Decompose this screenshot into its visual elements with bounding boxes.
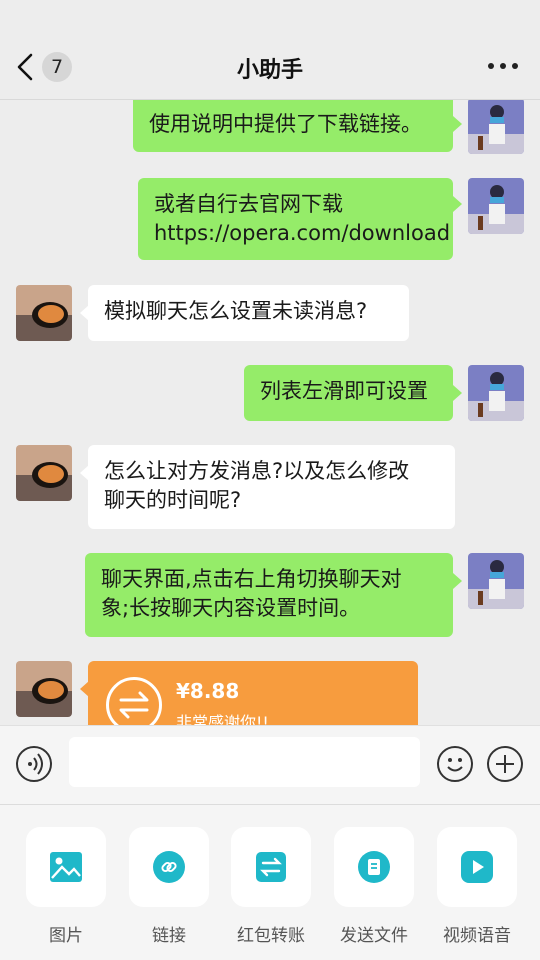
smiley-icon bbox=[447, 758, 463, 772]
tool-label: 发送文件 bbox=[340, 926, 408, 946]
sunset-mirror-avatar-icon bbox=[16, 445, 72, 501]
bubble-tail bbox=[453, 196, 462, 212]
contact-avatar[interactable] bbox=[16, 445, 72, 501]
more-dot-icon bbox=[488, 63, 494, 69]
contact-avatar[interactable] bbox=[16, 661, 72, 717]
chat-screen: 7 小助手 使用说明中提供了下载链接。 或者自行去官网下载 https://op… bbox=[0, 0, 540, 960]
tool-tile bbox=[129, 827, 209, 907]
message-bubble-outgoing[interactable]: 列表左滑即可设置 bbox=[244, 365, 453, 421]
person-avatar-icon bbox=[468, 365, 524, 421]
voice-input-button[interactable] bbox=[16, 746, 52, 782]
tool-label: 视频语音 bbox=[443, 926, 511, 946]
transfer-amount: ¥8.88 bbox=[176, 679, 240, 703]
message-bubble-incoming[interactable]: 模拟聊天怎么设置未读消息? bbox=[88, 285, 409, 341]
person-avatar-icon bbox=[468, 178, 524, 234]
chat-title: 小助手 bbox=[236, 58, 303, 83]
contact-avatar[interactable] bbox=[16, 285, 72, 341]
tool-transfer[interactable]: 红包转账 bbox=[231, 827, 311, 946]
tool-tile bbox=[26, 827, 106, 907]
bubble-tail bbox=[453, 573, 462, 589]
tool-link[interactable]: 链接 bbox=[129, 827, 209, 946]
image-icon bbox=[50, 852, 82, 882]
tool-label: 链接 bbox=[152, 926, 186, 946]
voice-icon bbox=[28, 753, 43, 775]
person-avatar-icon bbox=[468, 553, 524, 609]
top-bar: 7 小助手 bbox=[0, 0, 540, 100]
my-avatar[interactable] bbox=[468, 365, 524, 421]
sunset-mirror-avatar-icon bbox=[16, 285, 72, 341]
person-avatar-icon bbox=[468, 100, 524, 154]
message-bubble-outgoing[interactable]: 使用说明中提供了下载链接。 bbox=[133, 100, 453, 152]
tool-label: 红包转账 bbox=[237, 926, 305, 946]
tool-video[interactable]: 视频语音 bbox=[437, 827, 517, 946]
more-functions-button[interactable] bbox=[487, 746, 523, 782]
message-list[interactable]: 使用说明中提供了下载链接。 或者自行去官网下载 https://opera.co… bbox=[0, 100, 540, 725]
message-bubble-outgoing[interactable]: 聊天界面,点击右上角切换聊天对 象;长按聊天内容设置时间。 bbox=[85, 553, 453, 637]
function-panel: 图片 链接 红包转账 发送文件 视频语音 bbox=[0, 805, 540, 960]
transfer-icon bbox=[256, 852, 286, 882]
my-avatar[interactable] bbox=[468, 553, 524, 609]
tool-label: 图片 bbox=[49, 926, 83, 946]
sunset-mirror-avatar-icon bbox=[16, 661, 72, 717]
tool-tile bbox=[334, 827, 414, 907]
input-bar bbox=[0, 725, 540, 805]
transfer-arrows-icon bbox=[106, 677, 162, 725]
tool-file[interactable]: 发送文件 bbox=[334, 827, 414, 946]
link-icon bbox=[153, 851, 185, 883]
my-avatar[interactable] bbox=[468, 100, 524, 154]
video-icon bbox=[461, 851, 493, 883]
message-bubble-outgoing[interactable]: 或者自行去官网下载 https://opera.com/download bbox=[138, 178, 453, 260]
bubble-tail bbox=[453, 116, 462, 132]
tool-image[interactable]: 图片 bbox=[26, 827, 106, 946]
message-bubble-incoming[interactable]: 怎么让对方发消息?以及怎么修改 聊天的时间呢? bbox=[88, 445, 455, 529]
more-options-button[interactable] bbox=[488, 56, 518, 76]
transfer-note: 非常感谢你!! bbox=[176, 713, 269, 725]
plus-icon bbox=[496, 755, 514, 773]
bubble-tail bbox=[453, 385, 462, 401]
tool-tile bbox=[231, 827, 311, 907]
message-input[interactable] bbox=[69, 737, 420, 787]
tool-tile bbox=[437, 827, 517, 907]
file-icon bbox=[358, 851, 390, 883]
my-avatar[interactable] bbox=[468, 178, 524, 234]
transfer-card[interactable]: ¥8.88 非常感谢你!! bbox=[88, 661, 418, 725]
more-dot-icon bbox=[500, 63, 506, 69]
more-dot-icon bbox=[512, 63, 518, 69]
emoji-button[interactable] bbox=[437, 746, 473, 782]
